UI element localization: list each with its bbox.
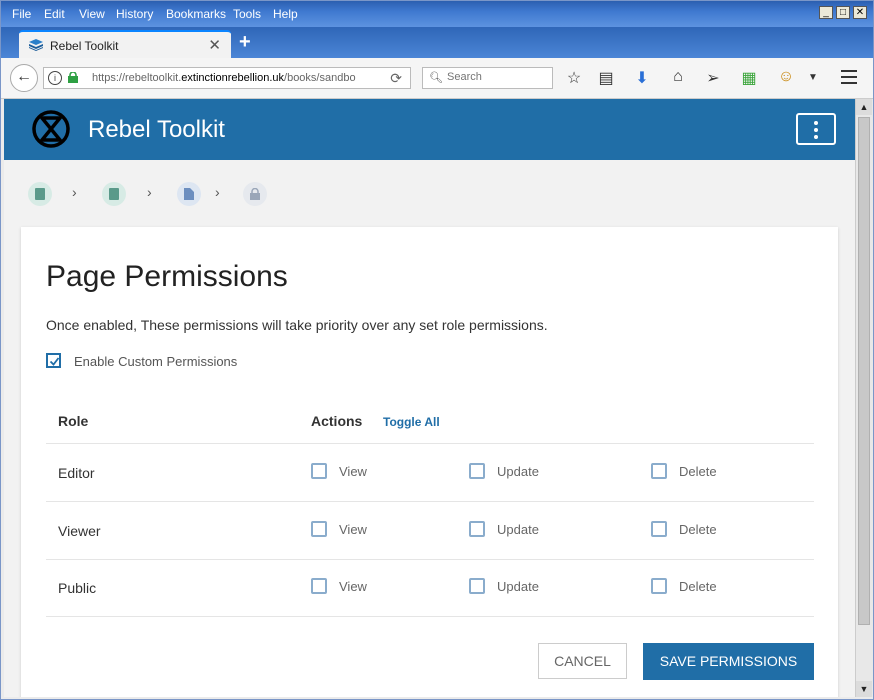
role-name: Viewer: [58, 523, 101, 539]
menu-bar: File Edit View History Bookmarks Tools H…: [1, 1, 873, 27]
hamburger-menu-icon[interactable]: [841, 70, 857, 88]
scrollbar-thumb[interactable]: [858, 117, 870, 625]
cancel-button[interactable]: CANCEL: [538, 643, 627, 679]
download-icon[interactable]: ⬇: [632, 68, 652, 88]
role-name: Editor: [58, 465, 95, 481]
table-row: Editor View Update Delete: [46, 444, 814, 502]
bookmark-star-icon[interactable]: ☆: [564, 68, 584, 88]
tab-rebel-toolkit[interactable]: Rebel Toolkit ✕: [19, 30, 231, 58]
browser-window: File Edit View History Bookmarks Tools H…: [0, 0, 874, 700]
menu-edit[interactable]: Edit: [44, 7, 65, 21]
delete-label[interactable]: Delete: [679, 522, 717, 537]
navigation-bar: ← i https://rebeltoolkit.extinctionrebel…: [1, 58, 873, 99]
tab-strip: Rebel Toolkit ✕: [1, 27, 873, 58]
checkmark-icon: [49, 357, 60, 366]
back-button[interactable]: ←: [10, 64, 38, 92]
scroll-up-arrow-icon[interactable]: ▲: [856, 99, 872, 115]
arrow-left-icon: ←: [16, 68, 32, 85]
delete-label[interactable]: Delete: [679, 579, 717, 594]
lock-icon: [250, 188, 260, 200]
minimize-button[interactable]: _: [819, 6, 833, 19]
search-bar[interactable]: 🔍︎: [422, 67, 553, 89]
tab-title: Rebel Toolkit: [50, 39, 119, 53]
book-icon: [109, 188, 119, 200]
view-label[interactable]: View: [339, 522, 367, 537]
permissions-description: Once enabled, These permissions will tak…: [46, 317, 548, 333]
update-checkbox[interactable]: [469, 521, 485, 537]
lock-icon: [68, 72, 78, 83]
vertical-scrollbar[interactable]: ▲ ▼: [855, 99, 873, 697]
site-header: Rebel Toolkit: [4, 99, 855, 160]
search-icon: 🔍︎: [429, 72, 443, 84]
update-checkbox[interactable]: [469, 463, 485, 479]
page-icon: [184, 188, 194, 200]
permissions-card: Page Permissions Once enabled, These per…: [21, 227, 838, 697]
update-label[interactable]: Update: [497, 579, 539, 594]
page-title: Page Permissions: [46, 260, 288, 293]
more-options-button[interactable]: [796, 113, 836, 145]
delete-checkbox[interactable]: [651, 578, 667, 594]
role-name: Public: [58, 580, 97, 596]
breadcrumb-page[interactable]: [177, 182, 201, 206]
save-permissions-button[interactable]: SAVE PERMISSIONS: [643, 643, 814, 680]
reader-list-icon[interactable]: ▤: [596, 68, 616, 88]
permissions-table-header: Role Actions Toggle All: [46, 403, 814, 444]
view-checkbox[interactable]: [311, 521, 327, 537]
info-icon[interactable]: i: [48, 71, 62, 85]
kebab-dot-icon: [814, 135, 818, 139]
table-row: Public View Update Delete: [46, 559, 814, 617]
breadcrumb-permissions[interactable]: [243, 182, 267, 206]
enable-custom-permissions-label[interactable]: Enable Custom Permissions: [74, 354, 237, 369]
enable-custom-permissions-checkbox[interactable]: [46, 353, 61, 368]
send-icon[interactable]: ➢: [703, 68, 723, 88]
overflow-chevron-icon[interactable]: ▼: [803, 72, 823, 83]
close-tab-icon[interactable]: ✕: [208, 36, 221, 54]
kebab-dot-icon: [814, 121, 818, 125]
profile-avatar-icon[interactable]: ☺: [776, 68, 796, 86]
breadcrumb-book[interactable]: [102, 182, 126, 206]
extinction-symbol-logo-icon[interactable]: [31, 109, 71, 149]
menu-help[interactable]: Help: [273, 7, 298, 21]
delete-checkbox[interactable]: [651, 521, 667, 537]
delete-checkbox[interactable]: [651, 463, 667, 479]
new-tab-button[interactable]: +: [239, 31, 251, 54]
update-checkbox[interactable]: [469, 578, 485, 594]
chevron-right-icon: ›: [72, 184, 77, 200]
view-checkbox[interactable]: [311, 578, 327, 594]
site-title[interactable]: Rebel Toolkit: [88, 116, 225, 144]
breadcrumb-shelf[interactable]: [28, 182, 52, 206]
url-bar[interactable]: i https://rebeltoolkit.extinctionrebelli…: [43, 67, 411, 89]
book-icon: [35, 188, 45, 200]
kebab-dot-icon: [814, 128, 818, 132]
menu-tools[interactable]: Tools: [233, 7, 261, 21]
chevron-right-icon: ›: [147, 184, 152, 200]
toggle-all-link[interactable]: Toggle All: [383, 415, 440, 429]
view-label[interactable]: View: [339, 579, 367, 594]
view-label[interactable]: View: [339, 464, 367, 479]
home-icon[interactable]: ⌂: [668, 68, 688, 86]
page-viewport: Rebel Toolkit › › › Page Permissions Onc…: [4, 99, 855, 697]
chevron-right-icon: ›: [215, 184, 220, 200]
menu-history[interactable]: History: [116, 7, 153, 21]
delete-label[interactable]: Delete: [679, 464, 717, 479]
search-input[interactable]: [445, 70, 549, 84]
menu-bookmarks[interactable]: Bookmarks: [166, 7, 226, 21]
view-checkbox[interactable]: [311, 463, 327, 479]
update-label[interactable]: Update: [497, 522, 539, 537]
reload-icon[interactable]: ⟳: [390, 70, 402, 87]
column-header-actions: Actions: [311, 413, 363, 429]
maximize-button[interactable]: □: [836, 6, 850, 19]
menu-view[interactable]: View: [79, 7, 105, 21]
column-header-role: Role: [58, 413, 89, 429]
book-stack-favicon-icon: [29, 39, 43, 51]
url-text: https://rebeltoolkit.extinctionrebellion…: [92, 72, 356, 84]
menu-file[interactable]: File: [12, 7, 31, 21]
update-label[interactable]: Update: [497, 464, 539, 479]
close-window-button[interactable]: ✕: [853, 6, 867, 19]
extension-icon[interactable]: ▦: [739, 68, 759, 88]
scroll-down-arrow-icon[interactable]: ▼: [856, 681, 872, 697]
table-row: Viewer View Update Delete: [46, 502, 814, 560]
